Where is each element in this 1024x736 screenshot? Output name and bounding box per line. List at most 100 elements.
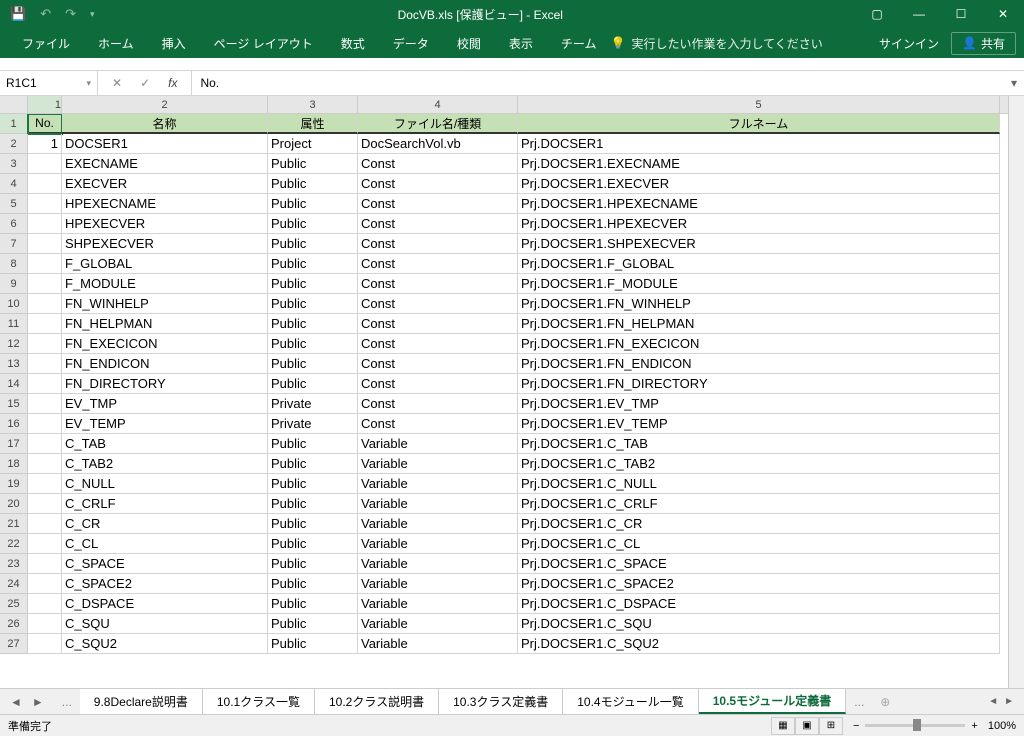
cell[interactable]: Public	[268, 474, 358, 494]
hscroll-left-icon[interactable]: ◄	[988, 696, 998, 707]
cell[interactable]: Prj.DOCSER1.FN_ENDICON	[518, 354, 1000, 374]
row-header[interactable]: 12	[0, 334, 28, 354]
cell[interactable]	[28, 474, 62, 494]
cell[interactable]: C_SPACE2	[62, 574, 268, 594]
cell[interactable]: Const	[358, 254, 518, 274]
cell[interactable]: C_TAB2	[62, 454, 268, 474]
header-cell[interactable]: ファイル名/種類	[358, 114, 518, 134]
header-cell[interactable]: フルネーム	[518, 114, 1000, 134]
cell[interactable]: Prj.DOCSER1.C_SPACE	[518, 554, 1000, 574]
cell[interactable]: Const	[358, 334, 518, 354]
cell[interactable]: Prj.DOCSER1.FN_HELPMAN	[518, 314, 1000, 334]
formula-input[interactable]: No.	[192, 71, 1004, 95]
cell[interactable]	[28, 274, 62, 294]
cell[interactable]: Public	[268, 214, 358, 234]
select-all-corner[interactable]	[0, 96, 28, 114]
cell[interactable]: Project	[268, 134, 358, 154]
zoom-slider[interactable]: − +	[853, 720, 978, 732]
cell[interactable]: C_CR	[62, 514, 268, 534]
cell[interactable]: Public	[268, 534, 358, 554]
signin-link[interactable]: サインイン	[879, 35, 939, 52]
row-header[interactable]: 11	[0, 314, 28, 334]
row-header[interactable]: 27	[0, 634, 28, 654]
page-break-view-icon[interactable]: ⊞	[819, 717, 843, 735]
cell[interactable]: Variable	[358, 514, 518, 534]
cell[interactable]: Const	[358, 314, 518, 334]
cell[interactable]: Prj.DOCSER1.F_GLOBAL	[518, 254, 1000, 274]
row-header[interactable]: 10	[0, 294, 28, 314]
cell[interactable]: Variable	[358, 614, 518, 634]
cell[interactable]: Prj.DOCSER1.FN_EXECICON	[518, 334, 1000, 354]
row-header[interactable]: 18	[0, 454, 28, 474]
cell[interactable]: FN_EXECICON	[62, 334, 268, 354]
cell[interactable]: C_SQU2	[62, 634, 268, 654]
sheet-tab[interactable]: 10.4モジュール一覧	[563, 689, 699, 714]
cell[interactable]: Prj.DOCSER1.C_CR	[518, 514, 1000, 534]
cell[interactable]: Prj.DOCSER1.C_SQU2	[518, 634, 1000, 654]
cell[interactable]: Prj.DOCSER1.FN_DIRECTORY	[518, 374, 1000, 394]
row-header[interactable]: 21	[0, 514, 28, 534]
cell[interactable]: Prj.DOCSER1.EV_TEMP	[518, 414, 1000, 434]
cell[interactable]	[28, 194, 62, 214]
expand-formula-icon[interactable]: ▾	[1004, 76, 1024, 90]
row-header[interactable]: 9	[0, 274, 28, 294]
row-header[interactable]: 4	[0, 174, 28, 194]
cell[interactable]: EV_TEMP	[62, 414, 268, 434]
cell[interactable]	[28, 174, 62, 194]
name-box[interactable]: R1C1 ▾	[0, 71, 98, 95]
cell[interactable]: Public	[268, 314, 358, 334]
cell[interactable]: Private	[268, 394, 358, 414]
cell[interactable]	[28, 574, 62, 594]
row-header[interactable]: 19	[0, 474, 28, 494]
cell[interactable]	[28, 434, 62, 454]
cell[interactable]: Public	[268, 594, 358, 614]
cell[interactable]: Prj.DOCSER1.C_NULL	[518, 474, 1000, 494]
cell[interactable]: Private	[268, 414, 358, 434]
cell[interactable]: Public	[268, 374, 358, 394]
redo-icon[interactable]: ↷	[65, 6, 76, 22]
cell[interactable]: Prj.DOCSER1.F_MODULE	[518, 274, 1000, 294]
column-header[interactable]: 3	[268, 96, 358, 113]
cell[interactable]: EV_TMP	[62, 394, 268, 414]
ribbon-tab[interactable]: 表示	[495, 28, 547, 58]
cell[interactable]	[28, 354, 62, 374]
cell[interactable]	[28, 254, 62, 274]
column-header[interactable]: 4	[358, 96, 518, 113]
cell[interactable]: Const	[358, 174, 518, 194]
column-header[interactable]: 2	[62, 96, 268, 113]
cell[interactable]: Public	[268, 234, 358, 254]
cell[interactable]: EXECVER	[62, 174, 268, 194]
normal-view-icon[interactable]: ▦	[771, 717, 795, 735]
cell[interactable]: F_MODULE	[62, 274, 268, 294]
qat-dropdown-icon[interactable]: ▾	[90, 9, 95, 20]
share-button[interactable]: 👤 共有	[951, 32, 1016, 55]
cell[interactable]: C_NULL	[62, 474, 268, 494]
column-header[interactable]: 5	[518, 96, 1000, 113]
cell[interactable]: FN_HELPMAN	[62, 314, 268, 334]
cell[interactable]: Prj.DOCSER1.HPEXECNAME	[518, 194, 1000, 214]
cell[interactable]	[28, 334, 62, 354]
cell[interactable]: C_SPACE	[62, 554, 268, 574]
cell[interactable]: Const	[358, 194, 518, 214]
cell[interactable]: Const	[358, 374, 518, 394]
row-header[interactable]: 15	[0, 394, 28, 414]
cell[interactable]: C_CRLF	[62, 494, 268, 514]
cell[interactable]	[28, 154, 62, 174]
zoom-in-icon[interactable]: +	[971, 720, 977, 732]
cell[interactable]: Variable	[358, 454, 518, 474]
cell[interactable]	[28, 614, 62, 634]
ribbon-tab[interactable]: 数式	[327, 28, 379, 58]
cancel-icon[interactable]: ✕	[112, 76, 122, 90]
cell[interactable]	[28, 234, 62, 254]
cell[interactable]: Variable	[358, 554, 518, 574]
ribbon-tab[interactable]: チーム	[547, 28, 611, 58]
header-cell[interactable]: No.	[28, 114, 62, 134]
cell[interactable]: Prj.DOCSER1.FN_WINHELP	[518, 294, 1000, 314]
cell[interactable]: C_DSPACE	[62, 594, 268, 614]
ribbon-tab[interactable]: ファイル	[8, 28, 84, 58]
header-cell[interactable]: 名称	[62, 114, 268, 134]
ribbon-display-icon[interactable]: ▢	[856, 0, 898, 28]
horizontal-scrollbar[interactable]: ◄ ►	[898, 696, 1024, 707]
cell[interactable]: Variable	[358, 574, 518, 594]
cell[interactable]: Public	[268, 574, 358, 594]
